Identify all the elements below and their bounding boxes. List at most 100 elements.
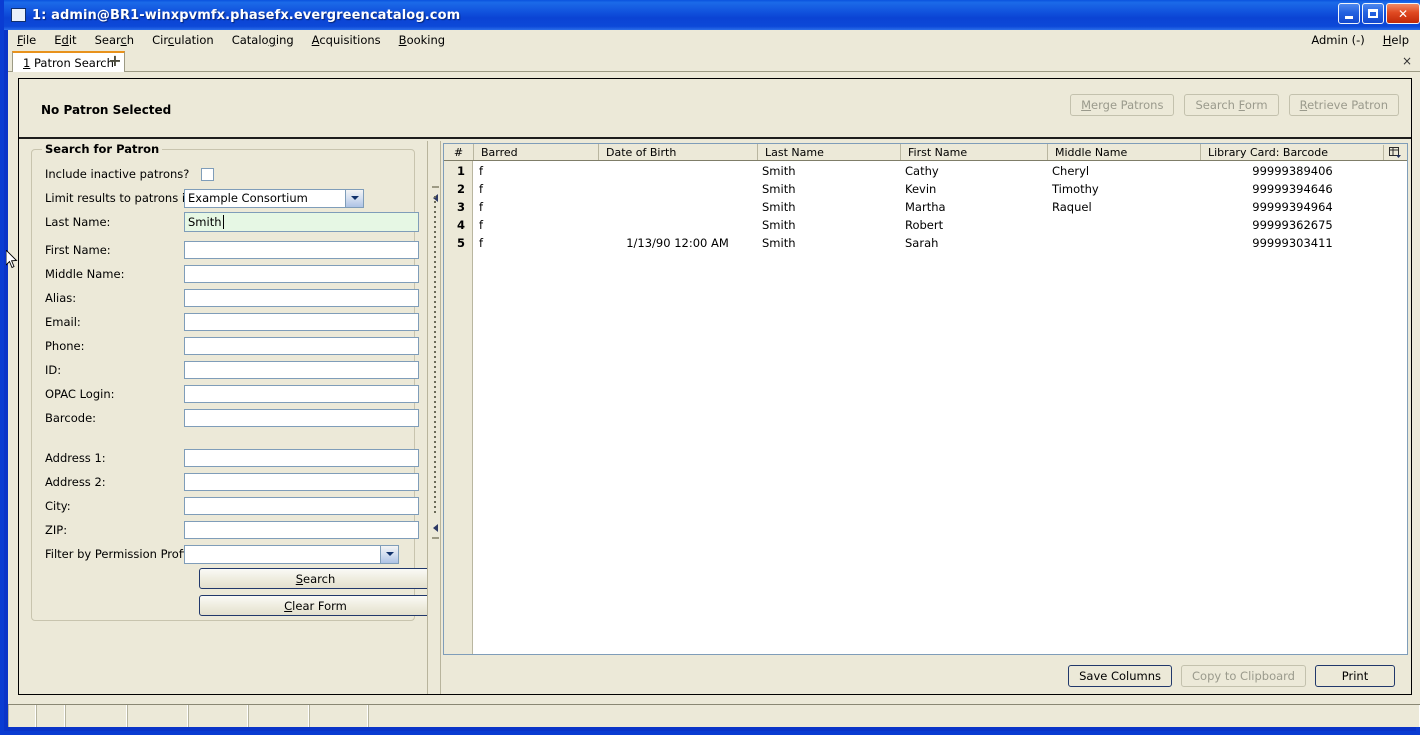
results-pane: # Barred Date of Birth Last Name First N… bbox=[441, 141, 1411, 694]
label-address-2: Address 2: bbox=[45, 475, 106, 489]
status-cell-4 bbox=[127, 705, 188, 727]
last-name-value: Smith bbox=[188, 215, 222, 229]
menu-booking[interactable]: Booking bbox=[390, 31, 454, 49]
column-picker-icon[interactable] bbox=[1383, 145, 1406, 160]
limit-results-select[interactable]: Example Consortium bbox=[184, 188, 364, 208]
table-row[interactable]: 5 f 1/13/90 12:00 AM Smith Sarah 9999930… bbox=[444, 234, 1407, 252]
cell-first-name: Robert bbox=[905, 218, 944, 232]
retrieve-patron-button[interactable]: Retrieve Patron bbox=[1288, 94, 1399, 116]
window-controls: ✕ bbox=[1338, 3, 1420, 24]
patron-status-label: No Patron Selected bbox=[41, 103, 172, 117]
zip-input[interactable] bbox=[184, 521, 419, 539]
minimize-icon bbox=[1345, 15, 1353, 19]
splitter-bar-top bbox=[432, 186, 439, 188]
chevron-down-icon bbox=[345, 189, 363, 207]
status-cell-7 bbox=[309, 705, 368, 727]
table-row[interactable]: 1 f Smith Cathy Cheryl 99999389406 bbox=[444, 162, 1407, 180]
tab-strip: 1 Patron Search + × bbox=[8, 50, 1420, 72]
column-header-dob[interactable]: Date of Birth bbox=[598, 144, 757, 160]
first-name-input[interactable] bbox=[184, 241, 419, 259]
column-header-first-name[interactable]: First Name bbox=[900, 144, 1047, 160]
results-grid[interactable]: # Barred Date of Birth Last Name First N… bbox=[443, 143, 1408, 655]
limit-results-value: Example Consortium bbox=[188, 190, 308, 205]
table-row[interactable]: 4 f Smith Robert 99999362675 bbox=[444, 216, 1407, 234]
label-email: Email: bbox=[45, 315, 81, 329]
content-area: No Patron Selected Merge Patrons Search … bbox=[8, 72, 1420, 708]
search-button[interactable]: Search bbox=[199, 568, 432, 589]
include-inactive-checkbox[interactable] bbox=[201, 167, 214, 181]
label-middle-name: Middle Name: bbox=[45, 267, 125, 281]
alias-input[interactable] bbox=[184, 289, 419, 307]
menu-circulation[interactable]: Circulation bbox=[143, 31, 223, 49]
cell-number: 5 bbox=[456, 236, 465, 250]
last-name-input[interactable]: Smith​ bbox=[184, 212, 419, 232]
close-button[interactable]: ✕ bbox=[1386, 3, 1420, 24]
column-header-barred[interactable]: Barred bbox=[473, 144, 598, 160]
cell-barred: f bbox=[479, 164, 484, 178]
address-1-input[interactable] bbox=[184, 449, 419, 467]
search-for-patron-fieldset: Search for Patron Include inactive patro… bbox=[31, 142, 432, 621]
label-alias: Alias: bbox=[45, 291, 77, 305]
status-cell-2 bbox=[36, 705, 65, 727]
table-row[interactable]: 3 f Smith Martha Raquel 99999394964 bbox=[444, 198, 1407, 216]
cell-middle-name: Timothy bbox=[1052, 182, 1099, 196]
label-limit-results: Limit results to patrons in bbox=[45, 191, 193, 205]
cell-number: 4 bbox=[456, 218, 465, 232]
print-button[interactable]: Print bbox=[1315, 665, 1395, 687]
label-last-name: Last Name: bbox=[45, 215, 111, 229]
menu-admin[interactable]: Admin (-) bbox=[1302, 31, 1373, 49]
cell-middle-name: Cheryl bbox=[1052, 164, 1090, 178]
patron-summary-header: No Patron Selected Merge Patrons Search … bbox=[19, 79, 1411, 139]
menu-help[interactable]: Help bbox=[1374, 31, 1418, 49]
phone-input[interactable] bbox=[184, 337, 419, 355]
cell-first-name: Cathy bbox=[905, 164, 939, 178]
address-2-input[interactable] bbox=[184, 473, 419, 491]
splitter-collapse-left-bottom[interactable] bbox=[430, 523, 440, 532]
id-input[interactable] bbox=[184, 361, 419, 379]
clear-form-button[interactable]: Clear Form bbox=[199, 595, 432, 616]
close-icon: ✕ bbox=[1397, 6, 1409, 21]
status-cell-3 bbox=[65, 705, 127, 727]
cell-last-name: Smith bbox=[762, 164, 796, 178]
pane-splitter[interactable] bbox=[427, 141, 441, 694]
search-form-button[interactable]: Search Form bbox=[1184, 94, 1279, 116]
table-row[interactable]: 2 f Smith Kevin Timothy 99999394646 bbox=[444, 180, 1407, 198]
permission-profile-select[interactable] bbox=[184, 544, 399, 564]
tab-label: Patron Search bbox=[33, 55, 114, 70]
maximize-button[interactable] bbox=[1362, 3, 1384, 24]
middle-name-input[interactable] bbox=[184, 265, 419, 283]
close-tab-button[interactable]: × bbox=[1402, 54, 1412, 68]
email-input[interactable] bbox=[184, 313, 419, 331]
label-zip: ZIP: bbox=[45, 523, 68, 537]
copy-to-clipboard-button[interactable]: Copy to Clipboard bbox=[1181, 665, 1306, 687]
column-header-number[interactable]: # bbox=[444, 144, 473, 160]
merge-patrons-button[interactable]: Merge Patrons bbox=[1070, 94, 1175, 116]
menu-acquisitions[interactable]: Acquisitions bbox=[303, 31, 390, 49]
minimize-button[interactable] bbox=[1338, 3, 1360, 24]
mouse-cursor bbox=[6, 250, 18, 269]
results-footer: Save Columns Copy to Clipboard Print bbox=[441, 664, 1409, 688]
cell-first-name: Kevin bbox=[905, 182, 937, 196]
patron-header-buttons: Merge Patrons Search Form Retrieve Patro… bbox=[1070, 94, 1399, 116]
opac-login-input[interactable] bbox=[184, 385, 419, 403]
menu-edit[interactable]: Edit bbox=[45, 31, 85, 49]
menu-search[interactable]: Search bbox=[86, 31, 144, 49]
menu-cataloging[interactable]: Cataloging bbox=[223, 31, 303, 49]
label-address-1: Address 1: bbox=[45, 451, 106, 465]
save-columns-button[interactable]: Save Columns bbox=[1068, 665, 1173, 687]
cell-library-card: 99999389406 bbox=[1252, 164, 1333, 178]
menu-file[interactable]: File bbox=[8, 31, 45, 49]
city-input[interactable] bbox=[184, 497, 419, 515]
application-window: 1: admin@BR1-winxpvmfx.phasefx.evergreen… bbox=[0, 0, 1420, 735]
cell-dob bbox=[598, 198, 757, 216]
status-bar bbox=[8, 704, 1420, 727]
new-tab-button[interactable]: + bbox=[107, 53, 123, 69]
menu-bar-right: Admin (-) Help bbox=[1302, 30, 1418, 50]
column-header-middle-name[interactable]: Middle Name bbox=[1047, 144, 1200, 160]
column-header-last-name[interactable]: Last Name bbox=[757, 144, 900, 160]
column-header-library-card[interactable]: Library Card: Barcode bbox=[1200, 144, 1385, 160]
barcode-input[interactable] bbox=[184, 409, 419, 427]
cell-library-card: 99999362675 bbox=[1252, 218, 1333, 232]
cell-middle-name bbox=[1047, 234, 1200, 252]
label-barcode: Barcode: bbox=[45, 411, 97, 425]
